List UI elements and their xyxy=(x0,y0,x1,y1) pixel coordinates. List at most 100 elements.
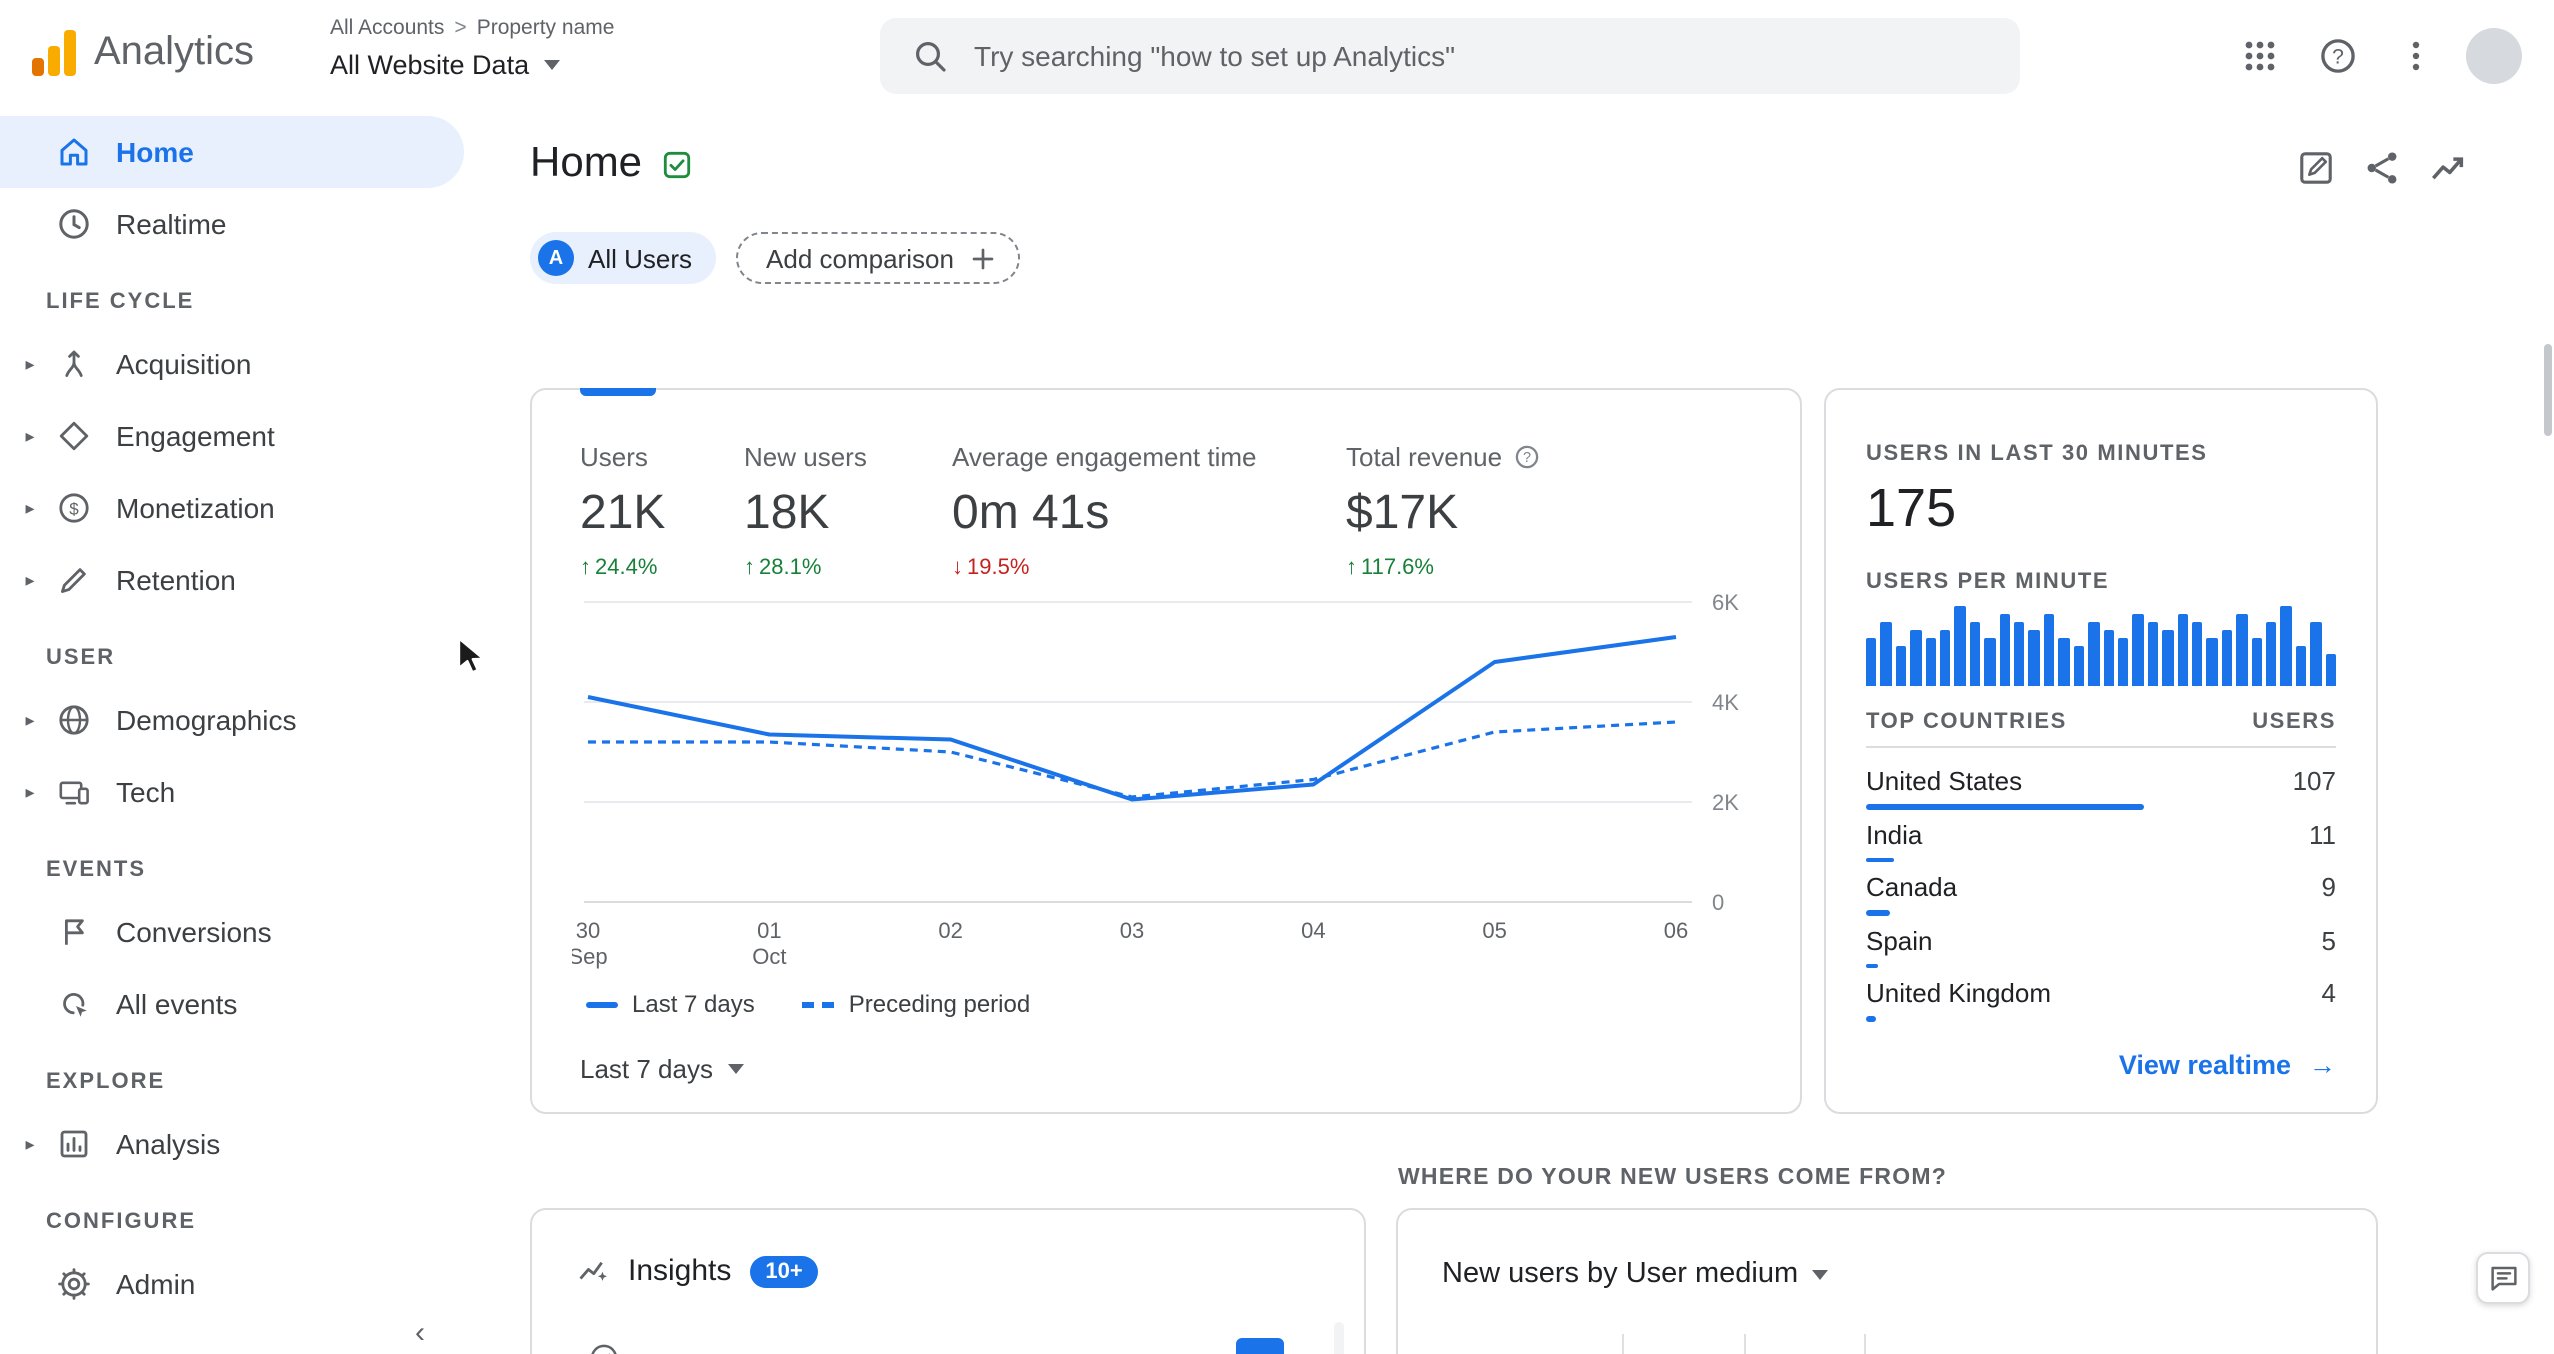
add-comparison-label: Add comparison xyxy=(766,243,954,273)
feedback-chat-button[interactable] xyxy=(2476,1252,2530,1304)
customize-report-icon[interactable] xyxy=(2288,140,2344,196)
svg-text:$: $ xyxy=(69,499,79,518)
sidebar-collapse-icon[interactable]: ‹ xyxy=(396,1317,444,1354)
table-column-divider xyxy=(1744,1334,1746,1354)
sidebar-item-label: Admin xyxy=(116,1268,196,1300)
more-options-icon[interactable] xyxy=(2388,28,2444,84)
search-input[interactable] xyxy=(974,40,1988,72)
apps-grid-icon[interactable] xyxy=(2232,28,2288,84)
chevron-right-icon[interactable]: ▸ xyxy=(16,1133,44,1155)
delta-arrow-icon: ↓ xyxy=(952,556,963,580)
minute-bar xyxy=(1925,638,1937,686)
report-actions xyxy=(2288,140,2476,196)
sidebar-item-admin[interactable]: Admin xyxy=(0,1248,464,1320)
minute-bar xyxy=(2206,638,2218,686)
svg-text:01Oct: 01 Oct xyxy=(752,918,786,969)
period-selector[interactable]: Last 7 days xyxy=(580,1054,743,1084)
users-trend-chart: 0 2K 4K 6K 30 Sep 01 Oct 02 03 04 05 06 xyxy=(568,586,1772,988)
chevron-right-icon[interactable]: ▸ xyxy=(16,709,44,731)
minute-bar xyxy=(1969,622,1981,686)
sidebar-item-label: Conversions xyxy=(116,916,272,948)
table-column-divider xyxy=(1622,1334,1624,1354)
chevron-right-icon[interactable]: ▸ xyxy=(16,569,44,591)
clock-icon xyxy=(56,206,92,242)
add-comparison-chip[interactable]: Add comparison xyxy=(736,232,1020,284)
delta-arrow-icon: ↑ xyxy=(1346,556,1357,580)
sidebar-item-engagement[interactable]: ▸ Engagement xyxy=(0,400,464,472)
metric-delta: ↑ 24.4% xyxy=(580,556,658,580)
delta-arrow-icon: ↑ xyxy=(580,556,591,580)
chevron-right-icon[interactable]: ▸ xyxy=(16,425,44,447)
metric-avg-engagement-time[interactable]: Average engagement time 0m 41s ↓ 19.5% xyxy=(952,442,1257,580)
minute-bar xyxy=(1954,606,1966,686)
minute-bar xyxy=(2103,630,2114,686)
globe-icon xyxy=(56,702,92,738)
user-avatar[interactable] xyxy=(2466,28,2522,84)
minute-bar xyxy=(1910,630,1922,686)
sidebar-item-demographics[interactable]: ▸ Demographics xyxy=(0,684,464,756)
minute-bar xyxy=(2058,638,2070,686)
svg-text:30Sep: 30 Sep xyxy=(572,918,608,969)
home-icon xyxy=(56,134,92,170)
sidebar-item-acquisition[interactable]: ▸ Acquisition xyxy=(0,328,464,400)
engagement-icon xyxy=(56,418,92,454)
sidebar-item-label: All events xyxy=(116,988,238,1020)
users-overview-card: Users 21K ↑ 24.4% New users 18K ↑ 28.1% Av… xyxy=(530,388,1802,1114)
sidebar-item-retention[interactable]: ▸ Retention xyxy=(0,544,464,616)
country-bar xyxy=(1866,910,1890,915)
minute-bar xyxy=(2043,614,2055,686)
insights-scrollbar[interactable] xyxy=(1334,1322,1344,1354)
insights-title: Insights xyxy=(628,1254,732,1288)
chevron-right-icon[interactable]: ▸ xyxy=(16,353,44,375)
svg-text:0: 0 xyxy=(1712,890,1724,915)
metric-new-users[interactable]: New users 18K ↑ 28.1% xyxy=(744,442,867,580)
chevron-right-icon[interactable]: ▸ xyxy=(16,497,44,519)
flag-icon xyxy=(56,914,92,950)
sidebar-item-all-events[interactable]: All events xyxy=(0,968,464,1040)
table-column-divider xyxy=(1864,1334,1866,1354)
sidebar-item-monetization[interactable]: ▸ $ Monetization xyxy=(0,472,464,544)
country-bar xyxy=(1866,857,1895,862)
sidebar-item-home[interactable]: Home xyxy=(0,116,464,188)
page-title: Home xyxy=(530,140,643,186)
page-scrollbar-thumb[interactable] xyxy=(2544,344,2552,436)
insights-trend-icon[interactable] xyxy=(2420,140,2476,196)
sidebar-item-conversions[interactable]: Conversions xyxy=(0,896,464,968)
property-selector-label: All Website Data xyxy=(330,50,530,80)
view-realtime-link[interactable]: View realtime → xyxy=(2119,1050,2336,1080)
minute-bar xyxy=(2117,638,2129,686)
country-bar xyxy=(1866,804,2144,809)
analytics-logo[interactable]: Analytics xyxy=(32,28,254,76)
minute-bar xyxy=(2162,630,2174,686)
chevron-right-icon[interactable]: ▸ xyxy=(16,781,44,803)
share-icon[interactable] xyxy=(2354,140,2410,196)
minute-bar xyxy=(2177,614,2188,686)
users-column-label: USERS xyxy=(2252,710,2336,734)
property-selector[interactable]: All Website Data xyxy=(330,50,614,80)
country-row: Spain 5 xyxy=(1866,917,2336,970)
new-users-card: New users by User medium xyxy=(1396,1208,2378,1354)
monetization-icon: $ xyxy=(56,490,92,526)
all-users-chip[interactable]: A All Users xyxy=(530,232,717,284)
new-users-dimension-selector[interactable]: New users by User medium xyxy=(1442,1258,1829,1290)
search-bar[interactable] xyxy=(880,18,2020,94)
devices-icon xyxy=(56,774,92,810)
sidebar-item-realtime[interactable]: Realtime xyxy=(0,188,464,260)
metric-users[interactable]: Users 21K ↑ 24.4% xyxy=(580,442,665,580)
sidebar-item-analysis[interactable]: ▸ Analysis xyxy=(0,1108,464,1180)
realtime-users-value: 175 xyxy=(1866,478,1957,538)
legend-last-7-days: Last 7 days xyxy=(586,990,755,1018)
help-icon[interactable]: ? xyxy=(2310,28,2366,84)
sidebar-section-configure: CONFIGURE xyxy=(46,1210,196,1234)
new-users-section-heading: WHERE DO YOUR NEW USERS COME FROM? xyxy=(1398,1166,1947,1190)
sidebar-item-tech[interactable]: ▸ Tech xyxy=(0,756,464,828)
metric-total-revenue[interactable]: Total revenue ? $17K ↑ 117.6% xyxy=(1346,442,1540,580)
breadcrumb-all-accounts[interactable]: All Accounts xyxy=(330,16,444,40)
metric-label: Total revenue ? xyxy=(1346,442,1540,472)
insights-sparkle-icon xyxy=(576,1254,610,1288)
header-actions: ? xyxy=(2232,28,2522,84)
sidebar-section-explore: EXPLORE xyxy=(46,1070,166,1094)
breadcrumb-property[interactable]: Property name xyxy=(477,16,615,40)
help-circle-icon[interactable]: ? xyxy=(1514,444,1540,470)
users-per-minute-label: USERS PER MINUTE xyxy=(1866,570,2110,594)
